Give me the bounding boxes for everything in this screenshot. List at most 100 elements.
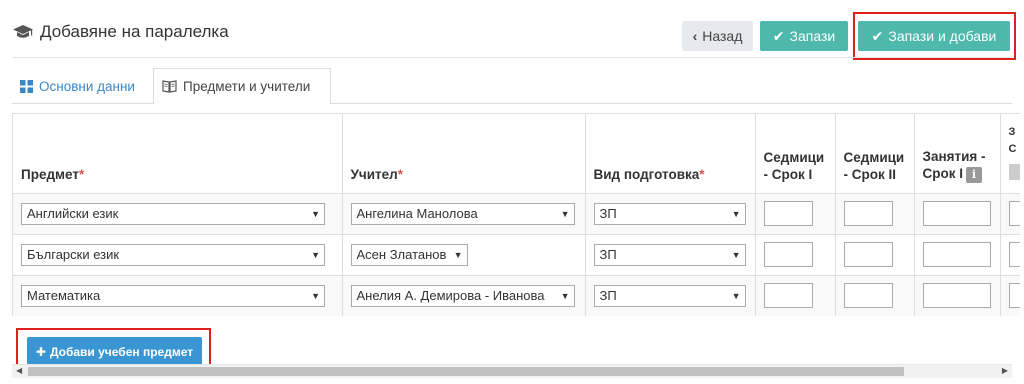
weeks-term-1-input[interactable]: [763, 201, 813, 226]
partial-input[interactable]: [1008, 242, 1020, 267]
subject-select[interactable]: Математика ▼: [21, 284, 325, 307]
tab-basic-data-label: Основни данни: [39, 78, 135, 94]
column-header-subject-label: Предмет: [21, 166, 79, 182]
subject-cell: Английски език ▼: [13, 193, 343, 235]
table-row: Английски език ▼ Ангелина Манолова ▼ ЗП ▼: [13, 193, 1020, 235]
subject-select[interactable]: Английски език ▼: [21, 202, 325, 225]
column-header-prep-type-label: Вид подготовка: [593, 166, 700, 182]
caret-down-icon: ▼: [560, 208, 570, 219]
classes-term-1-input[interactable]: [922, 283, 991, 308]
prep-type-cell: ЗП ▼: [585, 193, 756, 235]
classes-term-1-input[interactable]: [922, 201, 991, 226]
weeks-term-1-input[interactable]: [763, 283, 813, 308]
horizontal-scrollbar[interactable]: ◀ ▶: [12, 364, 1012, 378]
teacher-select[interactable]: Ангелина Манолова ▼: [350, 202, 575, 225]
weeks-term-1-cell: [755, 193, 836, 235]
table-header-row: Предмет* Учител* Вид подготовка* Седмици…: [13, 114, 1020, 194]
prep-type-select[interactable]: ЗП ▼: [593, 284, 746, 307]
save-button[interactable]: ✔ Запази: [760, 21, 848, 51]
prep-type-select[interactable]: ЗП ▼: [593, 243, 746, 266]
page-title-text: Добавяне на паралелка: [40, 22, 229, 41]
partial-input[interactable]: [1008, 201, 1020, 226]
tab-bar: Основни данни Предмети и учители: [12, 68, 1012, 105]
page-title: Добавяне на паралелка: [12, 22, 229, 42]
subject-select-value: Български език: [27, 247, 120, 262]
check-icon: ✔: [772, 27, 785, 44]
column-header-partial-icon: [1008, 164, 1020, 180]
caret-down-icon: ▼: [731, 290, 741, 301]
caret-down-icon: ▼: [731, 249, 741, 260]
caret-down-icon: ▼: [560, 290, 570, 301]
prep-type-select[interactable]: ЗП ▼: [593, 202, 746, 225]
required-marker: *: [397, 166, 403, 182]
column-header-teacher-label: Учител: [350, 166, 398, 182]
info-icon[interactable]: i: [966, 166, 982, 183]
header-divider: [12, 57, 1012, 58]
back-button[interactable]: ‹ Назад: [682, 21, 753, 51]
tab-subjects-teachers[interactable]: Предмети и учители: [153, 68, 331, 105]
prep-type-select-value: ЗП: [599, 206, 617, 221]
prep-type-select-value: ЗП: [599, 247, 617, 262]
teacher-select-value: Анелия А. Демирова - Иванова: [356, 288, 545, 303]
caret-down-icon: ▼: [311, 249, 320, 260]
page-header: Добавяне на паралелка ‹ Назад ✔ Запази ✔…: [0, 0, 1024, 62]
column-header-weeks-term-1-line1: Седмици: [763, 149, 825, 165]
subject-select[interactable]: Български език ▼: [21, 243, 325, 266]
teacher-cell: Анелия А. Демирова - Иванова ▼: [342, 275, 586, 316]
table-row: Математика ▼ Анелия А. Демирова - Иванова…: [13, 275, 1020, 316]
required-marker: *: [78, 166, 85, 182]
column-header-partial-line2: С: [1008, 143, 1017, 155]
column-header-subject: Предмет*: [13, 114, 343, 194]
column-header-teacher: Учител*: [342, 114, 586, 194]
partial-cell: [1000, 193, 1020, 235]
partial-cell: [1000, 275, 1020, 316]
weeks-term-2-input[interactable]: [843, 201, 893, 226]
scrollbar-thumb[interactable]: [28, 367, 904, 376]
column-header-weeks-term-1: Седмици - Срок I: [755, 114, 836, 194]
subject-select-value: Английски език: [27, 206, 119, 221]
subject-cell: Математика ▼: [13, 275, 343, 316]
column-header-weeks-term-2: Седмици - Срок II: [835, 114, 915, 194]
scroll-left-arrow-icon[interactable]: ◀: [16, 366, 22, 375]
weeks-term-2-cell: [835, 193, 915, 235]
chevron-left-icon: ‹: [692, 28, 698, 44]
weeks-term-2-cell: [835, 275, 915, 316]
teacher-select[interactable]: Асен Златанов ▼: [350, 243, 468, 266]
caret-down-icon: ▼: [731, 208, 741, 219]
subjects-table: Предмет* Учител* Вид подготовка* Седмици…: [13, 114, 1020, 316]
tab-subjects-teachers-label: Предмети и учители: [183, 79, 311, 94]
column-header-classes-term-1-line2: Срок Ii: [922, 165, 992, 183]
grid-icon: [20, 79, 33, 93]
partial-cell: [1000, 234, 1020, 276]
prep-type-cell: ЗП ▼: [585, 234, 756, 276]
teacher-select-value: Асен Златанов: [356, 247, 447, 262]
weeks-term-2-input[interactable]: [843, 283, 893, 308]
caret-down-icon: ▼: [453, 249, 463, 260]
tab-basic-data[interactable]: Основни данни: [12, 68, 143, 104]
prep-type-select-value: ЗП: [599, 288, 617, 303]
column-header-prep-type: Вид подготовка*: [585, 114, 756, 194]
prep-type-cell: ЗП ▼: [585, 275, 756, 316]
partial-input[interactable]: [1008, 283, 1020, 308]
classes-term-1-cell: [914, 193, 1001, 235]
classes-term-1-cell: [914, 275, 1001, 316]
column-header-partial-line1: З: [1008, 126, 1016, 138]
save-button-label: Запази: [789, 28, 836, 44]
weeks-term-1-cell: [755, 275, 836, 316]
teacher-select[interactable]: Анелия А. Демирова - Иванова ▼: [350, 284, 575, 307]
column-header-partial: З С: [1000, 114, 1020, 194]
column-header-classes-term-1-line2-text: Срок I: [922, 166, 964, 182]
graduation-cap-icon: [13, 25, 33, 38]
classes-term-1-cell: [914, 234, 1001, 276]
subject-select-value: Математика: [27, 288, 101, 303]
column-header-classes-term-1: Занятия - Срок Ii: [914, 114, 1001, 194]
scroll-right-arrow-icon[interactable]: ▶: [1002, 366, 1008, 375]
subject-cell: Български език ▼: [13, 234, 343, 276]
column-header-weeks-term-2-line2: - Срок II: [843, 166, 897, 182]
weeks-term-1-input[interactable]: [763, 242, 813, 267]
classes-term-1-input[interactable]: [922, 242, 991, 267]
column-header-weeks-term-1-line2: - Срок I: [763, 166, 813, 182]
column-header-weeks-term-2-line1: Седмици: [843, 149, 905, 165]
weeks-term-2-input[interactable]: [843, 242, 893, 267]
teacher-select-value: Ангелина Манолова: [356, 206, 478, 221]
